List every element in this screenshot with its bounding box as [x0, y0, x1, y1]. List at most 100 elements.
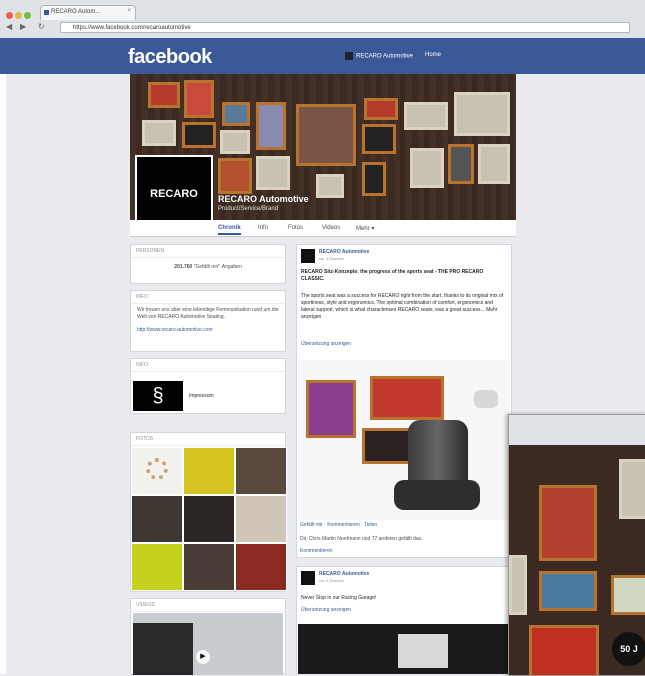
likes-header: Personen: [131, 245, 285, 258]
video-car-image: [133, 623, 193, 675]
cover-frame-large: [296, 104, 356, 166]
translation-link[interactable]: Übersetzung anzeigen: [301, 607, 506, 614]
cover-frame: [218, 158, 252, 194]
overlay-frame: [619, 459, 645, 519]
videos-header: Videos: [131, 599, 285, 612]
post-date[interactable]: vor 5 Stunden: [319, 578, 344, 583]
overlay-frame: [611, 575, 645, 615]
cover-frame: [410, 148, 444, 188]
comment-link[interactable]: Kommentieren: [300, 548, 333, 554]
cover-frame: [184, 80, 214, 118]
tab-close-icon[interactable]: ×: [127, 8, 131, 14]
cover-frame: [454, 92, 510, 136]
cover-frame: [364, 98, 398, 120]
browser-tab[interactable]: RECARO Autom... ×: [40, 5, 136, 20]
play-icon[interactable]: ▶: [196, 650, 210, 664]
photo-thumbnail[interactable]: [183, 543, 235, 591]
photo-thumbnail[interactable]: [183, 495, 235, 543]
post-actions[interactable]: Gefällt mir · Kommentieren · Teilen: [300, 522, 377, 528]
post-headline: Never Stop in our Racing Garage!: [301, 595, 377, 601]
photo-thumbnail[interactable]: [131, 543, 183, 591]
cover-frame: [448, 144, 474, 184]
likes-count: 201.760: [174, 264, 193, 270]
user-profile-link[interactable]: RECARO Automotive: [345, 52, 413, 60]
impressum-link[interactable]: Impressum: [189, 393, 214, 399]
legal-box: Info § Impressum: [130, 358, 286, 414]
user-name: RECARO Automotive: [356, 53, 414, 60]
page-title[interactable]: RECARO Automotive: [218, 194, 309, 204]
cover-frame: [256, 156, 290, 190]
image-frame: [306, 380, 356, 438]
left-edge: [0, 38, 6, 674]
cover-frame: [404, 102, 448, 130]
page-category: Product/Service/Brand: [218, 206, 279, 212]
cover-frame: [316, 174, 344, 198]
overlay-frame: [509, 555, 527, 615]
forward-button[interactable]: ▶: [20, 22, 26, 31]
cover-frame: [220, 130, 250, 154]
address-bar[interactable]: https://www.facebook.com/recaroautomotiv…: [60, 22, 630, 33]
about-text: Wir freuen uns über eine lebendige Kommu…: [137, 307, 279, 320]
tab-chronik[interactable]: Chronik: [218, 225, 241, 235]
video-thumbnail[interactable]: [133, 613, 283, 675]
cover-frame: [362, 162, 386, 196]
photo-thumbnail[interactable]: [131, 447, 183, 495]
photo-thumbnail[interactable]: [183, 447, 235, 495]
reload-button[interactable]: ↻: [38, 22, 45, 31]
paragraph-icon: §: [133, 381, 183, 411]
post-headline: RECARO Sitz-Konzepte: the progress of th…: [301, 269, 484, 282]
photo-thumbnail[interactable]: [131, 495, 183, 543]
anniversary-badge: 50 J: [612, 632, 645, 666]
favicon-icon: [44, 10, 49, 15]
post-avatar[interactable]: [301, 249, 315, 263]
website-link[interactable]: http://www.recaro-automotive.com: [131, 324, 285, 337]
cover-frame: [362, 124, 396, 154]
post-author[interactable]: RECARO Automotive: [319, 249, 369, 255]
seat-headrest: [474, 390, 498, 408]
facebook-logo[interactable]: facebook: [128, 46, 212, 69]
about-box: Info Wir freuen uns über eine lebendige …: [130, 290, 286, 352]
photo-thumbnail[interactable]: [235, 495, 287, 543]
tab-videos[interactable]: Videos: [322, 225, 340, 231]
overlay-frame: [539, 571, 597, 611]
legal-header: Info: [131, 359, 285, 372]
photos-box: Fotos: [130, 432, 287, 592]
post-likes[interactable]: Dir, Chris Martin Nordmann und 77 andere…: [300, 536, 423, 542]
cover-frame: [222, 102, 250, 126]
cover-frame: [148, 82, 180, 108]
likes-summary: 201.760 "Gefällt mir"-Angaben: [131, 258, 285, 274]
browser-chrome: RECARO Autom... × ◀ ▶ ↻ https://www.face…: [0, 0, 645, 39]
maximize-window-icon[interactable]: [24, 12, 31, 19]
cover-frame: [142, 120, 176, 146]
photo-thumbnail[interactable]: [235, 543, 287, 591]
cover-frame: [182, 122, 216, 148]
close-window-icon[interactable]: [6, 12, 13, 19]
translation-link[interactable]: Übersetzung anzeigen: [301, 341, 506, 348]
post-image[interactable]: [298, 360, 510, 520]
tab-info[interactable]: Info: [258, 225, 268, 231]
photo-thumbnail[interactable]: [235, 447, 287, 495]
post-video[interactable]: [298, 624, 510, 674]
facebook-topbar: facebook RECARO Automotive Home: [0, 38, 645, 74]
seat-cushion: [394, 480, 480, 510]
tab-fotos[interactable]: Fotos: [288, 225, 303, 231]
overlay-frame: [529, 625, 599, 675]
cover-frame: [478, 144, 510, 184]
photo-logo-icon: [146, 458, 168, 480]
back-button[interactable]: ◀: [6, 22, 12, 31]
home-link[interactable]: Home: [425, 52, 441, 58]
post-date[interactable]: vor 3 Stunden: [319, 256, 344, 261]
post-author[interactable]: RECARO Automotive: [319, 571, 369, 577]
cover-frame: [256, 102, 286, 150]
avatar: [345, 52, 353, 60]
page-tabs: Chronik Info Fotos Videos Mehr ▾: [130, 220, 516, 237]
overlay-chrome: [509, 415, 645, 446]
likes-box: Personen 201.760 "Gefällt mir"-Angaben: [130, 244, 286, 284]
photos-header: Fotos: [131, 433, 285, 446]
video-frame: [398, 634, 448, 668]
minimize-window-icon[interactable]: [15, 12, 22, 19]
post-avatar[interactable]: [301, 571, 315, 585]
videos-box: Videos: [130, 598, 286, 675]
tab-more[interactable]: Mehr ▾: [356, 225, 374, 232]
likes-label: "Gefällt mir"-Angaben: [193, 264, 242, 270]
